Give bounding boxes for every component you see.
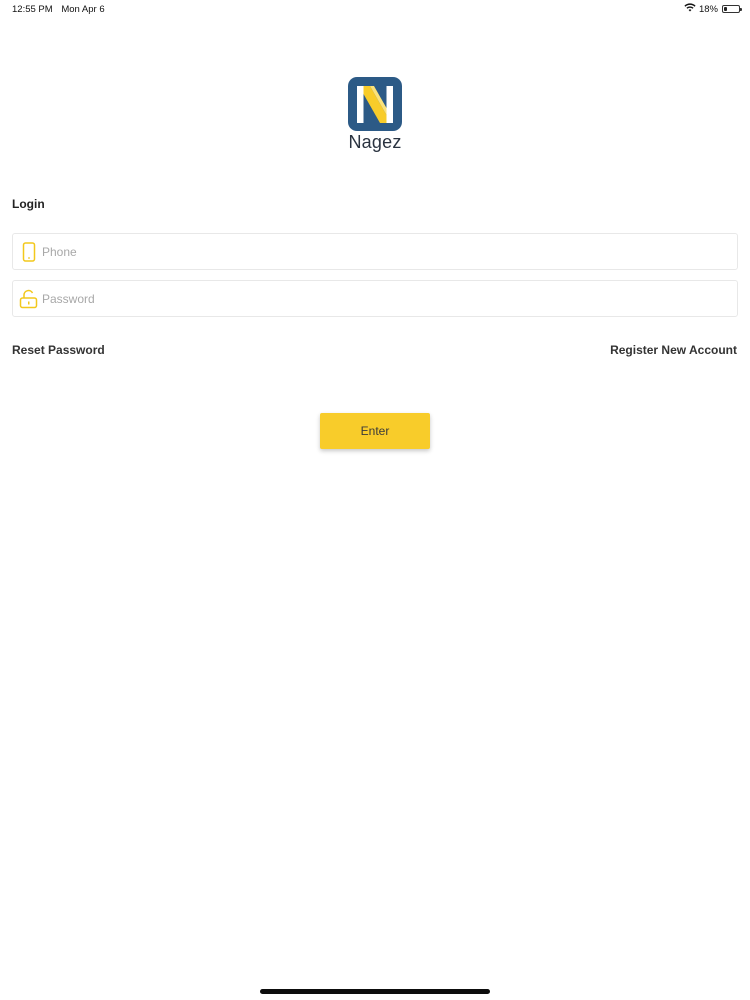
status-date: Mon Apr 6 <box>61 4 105 15</box>
status-right: 18% <box>684 3 742 15</box>
reset-password-link[interactable]: Reset Password <box>12 343 105 357</box>
phone-field[interactable] <box>12 233 738 270</box>
password-input[interactable] <box>42 281 737 316</box>
register-new-account-link[interactable]: Register New Account <box>610 343 737 357</box>
wifi-icon <box>684 3 696 15</box>
enter-button[interactable]: Enter <box>320 413 430 449</box>
password-field[interactable] <box>12 280 738 317</box>
phone-input[interactable] <box>42 234 737 269</box>
login-screen: 12:55 PM Mon Apr 6 18% Nagez Login Phone… <box>0 0 750 1000</box>
brand-name: Nagez <box>348 132 402 152</box>
lock-icon <box>19 288 39 310</box>
status-left: 12:55 PM Mon Apr 6 <box>12 4 111 15</box>
nagez-logo-icon <box>348 77 402 131</box>
status-time: 12:55 PM <box>12 4 53 15</box>
brand-header: Nagez <box>0 77 750 153</box>
phone-icon <box>19 241 39 263</box>
battery-fill <box>724 7 727 11</box>
status-bar: 12:55 PM Mon Apr 6 18% <box>0 0 750 18</box>
battery-icon <box>722 5 742 13</box>
login-title: Login <box>12 197 45 211</box>
battery-percent: 18% <box>698 3 718 15</box>
home-indicator[interactable] <box>260 989 490 994</box>
